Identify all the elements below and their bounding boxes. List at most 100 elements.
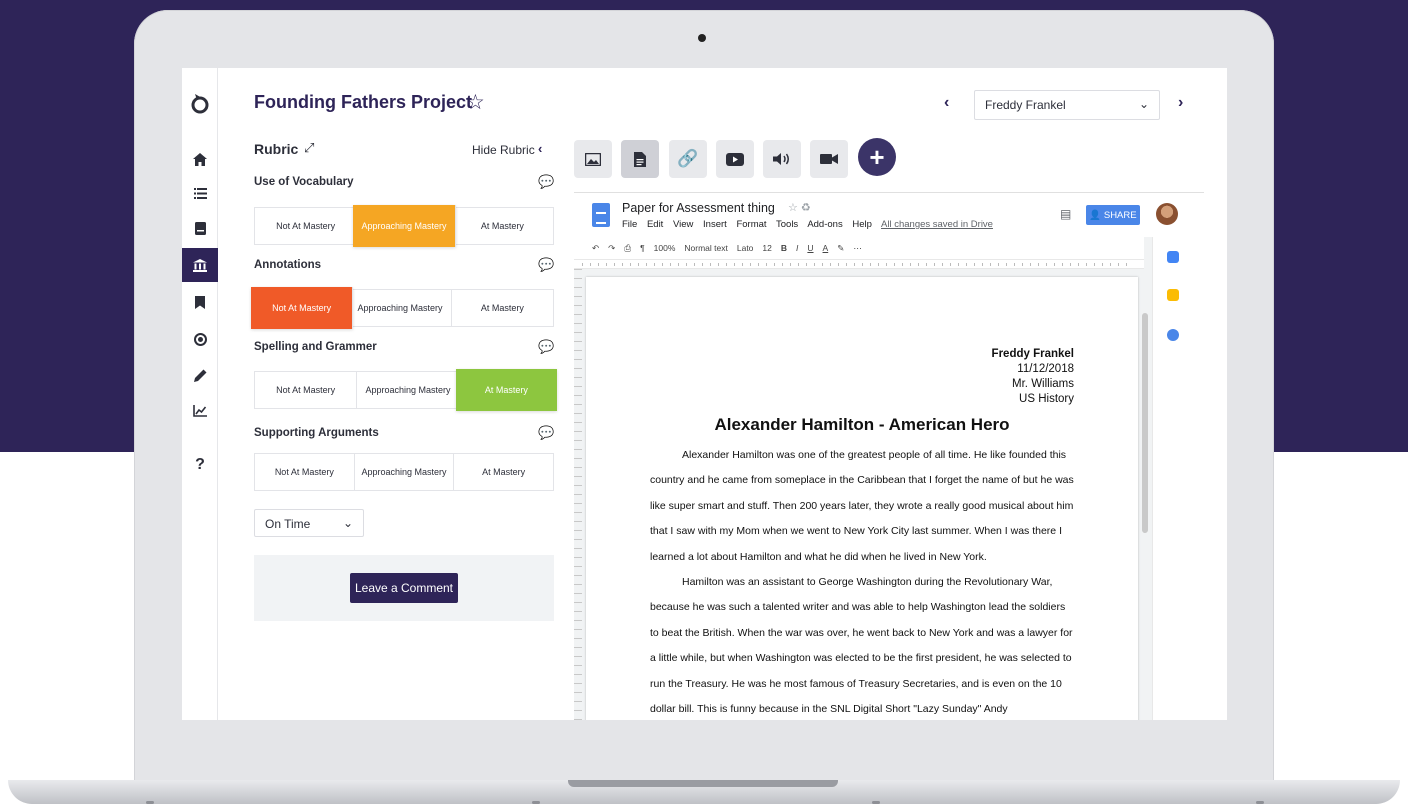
size-select[interactable]: 12: [762, 243, 771, 253]
text-color-icon[interactable]: A: [823, 243, 829, 253]
audio-icon[interactable]: [763, 140, 801, 178]
menu-edit[interactable]: Edit: [647, 219, 663, 230]
chevron-down-icon: ⌄: [1138, 97, 1149, 111]
underline-icon[interactable]: U: [807, 243, 813, 253]
print-icon[interactable]: ⎙: [624, 243, 631, 254]
menu-add-ons[interactable]: Add-ons: [807, 219, 842, 230]
level-approaching-mastery[interactable]: Approaching Mastery: [357, 372, 460, 408]
vertical-ruler: [574, 269, 582, 720]
menu-tools[interactable]: Tools: [776, 219, 798, 230]
favorite-star-icon[interactable]: ☆: [466, 90, 485, 115]
save-status[interactable]: All changes saved in Drive: [881, 219, 993, 230]
star-icon[interactable]: ☆ ♻: [788, 201, 811, 214]
style-select[interactable]: Normal text: [684, 243, 727, 253]
paragraph-text: Hamilton was an assistant to George Wash…: [650, 576, 1073, 716]
video-icon[interactable]: [716, 140, 754, 178]
chevron-left-icon[interactable]: ‹: [538, 141, 542, 156]
zoom-select[interactable]: 100%: [654, 243, 676, 253]
criterion-levels: Not At Mastery Approaching Mastery At Ma…: [254, 453, 554, 491]
comment-panel: Leave a Comment: [254, 555, 554, 621]
laptop-hinge: [568, 780, 838, 787]
level-approaching-mastery[interactable]: Approaching Mastery: [355, 454, 455, 490]
record-icon[interactable]: [182, 322, 218, 356]
level-approaching-mastery[interactable]: Approaching Mastery: [349, 290, 452, 326]
keep-icon[interactable]: [1167, 289, 1179, 301]
timeliness-select[interactable]: On Time ⌄: [254, 509, 364, 537]
doc-scrollbar[interactable]: [1142, 313, 1148, 533]
add-icon[interactable]: +: [858, 138, 896, 176]
student-name: Freddy Frankel: [991, 348, 1074, 360]
previous-student-button[interactable]: ‹: [944, 94, 949, 112]
book-icon[interactable]: [182, 211, 218, 245]
share-button[interactable]: 👤 SHARE: [1086, 205, 1140, 225]
bookmark-icon[interactable]: [182, 285, 218, 319]
camera-icon[interactable]: [810, 140, 848, 178]
list-icon[interactable]: [182, 176, 218, 210]
app-screen: ? Founding Fathers Project ☆ ‹ Freddy Fr…: [182, 68, 1227, 720]
criterion-title: Supporting Arguments: [254, 427, 379, 439]
student-select-value: Freddy Frankel: [985, 98, 1066, 112]
comment-icon[interactable]: 💬: [538, 339, 554, 355]
undo-icon[interactable]: ↶: [592, 243, 599, 254]
level-at-mastery[interactable]: At Mastery: [455, 369, 557, 411]
leave-comment-button[interactable]: Leave a Comment: [350, 573, 458, 603]
document-page[interactable]: Freddy Frankel 11/12/2018 Mr. Williams U…: [586, 277, 1138, 720]
laptop-foot: [1256, 801, 1264, 804]
criterion-levels: Not At Mastery Approaching Mastery At Ma…: [254, 369, 557, 411]
doc-title[interactable]: Paper for Assessment thing: [622, 201, 775, 215]
menu-format[interactable]: Format: [736, 219, 766, 230]
font-select[interactable]: Lato: [737, 243, 754, 253]
expand-icon[interactable]: ⤢: [304, 140, 314, 156]
hide-rubric-button[interactable]: Hide Rubric: [472, 143, 535, 157]
calendar-icon[interactable]: [1167, 251, 1179, 263]
date: 11/12/2018: [1017, 363, 1074, 375]
next-student-button[interactable]: ›: [1178, 94, 1183, 112]
link-icon[interactable]: 🔗: [669, 140, 707, 178]
home-icon[interactable]: [182, 142, 218, 176]
comments-icon[interactable]: ▤: [1060, 207, 1071, 221]
redo-icon[interactable]: ↷: [608, 243, 615, 254]
criterion-title: Use of Vocabulary: [254, 176, 354, 188]
menu-help[interactable]: Help: [852, 219, 872, 230]
doc-toolbar: ↶ ↷ ⎙ ¶ 100% Normal text Lato 12 B I U A…: [574, 237, 1144, 259]
image-icon[interactable]: [574, 140, 612, 178]
tasks-icon[interactable]: [1167, 329, 1179, 341]
building-icon[interactable]: [182, 248, 218, 282]
help-icon[interactable]: ?: [182, 448, 218, 482]
person-icon: 👤: [1089, 209, 1104, 221]
italic-icon[interactable]: I: [796, 243, 798, 253]
comment-icon[interactable]: 💬: [538, 425, 554, 441]
comment-icon[interactable]: 💬: [538, 174, 554, 190]
horizontal-ruler: [574, 259, 1144, 269]
level-at-mastery[interactable]: At Mastery: [454, 454, 553, 490]
timeliness-value: On Time: [265, 517, 311, 531]
level-not-at-mastery[interactable]: Not At Mastery: [251, 287, 354, 329]
menu-file[interactable]: File: [622, 219, 637, 230]
laptop-foot: [532, 801, 540, 804]
avatar[interactable]: [1156, 203, 1178, 225]
chevron-down-icon: ⌄: [342, 516, 353, 530]
level-approaching-mastery[interactable]: Approaching Mastery: [353, 205, 456, 247]
criterion-title: Spelling and Grammer: [254, 341, 377, 353]
level-at-mastery[interactable]: At Mastery: [452, 290, 553, 326]
project-title: Founding Fathers Project: [254, 92, 473, 112]
highlight-icon[interactable]: ✎: [837, 243, 844, 254]
comment-icon[interactable]: 💬: [538, 257, 554, 273]
student-select[interactable]: Freddy Frankel ⌄: [974, 90, 1160, 120]
level-not-at-mastery[interactable]: Not At Mastery: [255, 454, 355, 490]
document-icon[interactable]: [621, 140, 659, 178]
rubric-heading: Rubric: [254, 141, 299, 157]
share-label: SHARE: [1103, 209, 1137, 221]
paint-format-icon[interactable]: ¶: [640, 243, 645, 253]
menu-insert[interactable]: Insert: [703, 219, 727, 230]
menu-view[interactable]: View: [673, 219, 693, 230]
level-not-at-mastery[interactable]: Not At Mastery: [255, 208, 358, 244]
logo-icon[interactable]: [182, 86, 218, 120]
more-icon[interactable]: ⋯: [853, 243, 862, 254]
level-at-mastery[interactable]: At Mastery: [452, 208, 553, 244]
criterion-levels: Not At Mastery Approaching Mastery At Ma…: [251, 287, 554, 329]
bold-icon[interactable]: B: [781, 243, 787, 253]
level-not-at-mastery[interactable]: Not At Mastery: [255, 372, 358, 408]
pencil-icon[interactable]: [182, 358, 218, 392]
chart-icon[interactable]: [182, 394, 218, 428]
